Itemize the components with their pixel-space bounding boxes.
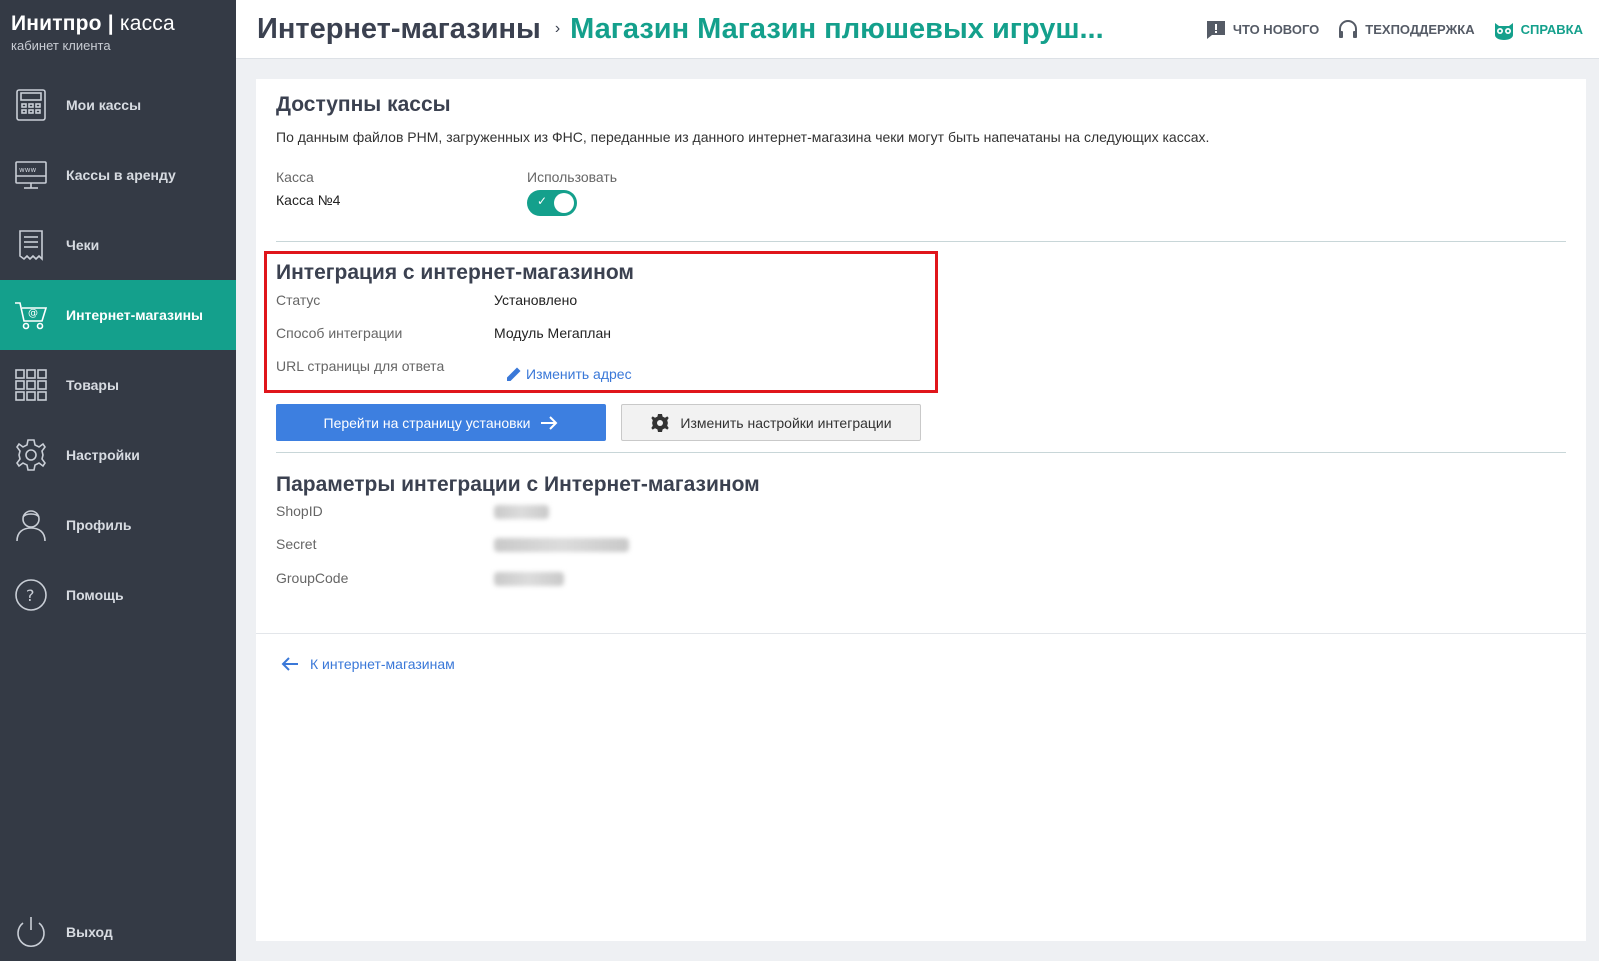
sidebar-nav: Мои кассы www Кассы в аренду Чеки @ Инте… bbox=[0, 70, 236, 630]
secret-value-redacted bbox=[494, 538, 629, 552]
back-to-stores-label: К интернет-магазинам bbox=[310, 656, 455, 672]
arrow-right-icon bbox=[540, 415, 557, 430]
sidebar: Инитпро | касса кабинет клиента Мои касс… bbox=[0, 0, 236, 961]
logo-separator: | bbox=[101, 12, 120, 35]
params-title: Параметры интеграции с Интернет-магазино… bbox=[276, 473, 760, 496]
integration-settings-button[interactable]: Изменить настройки интеграции bbox=[621, 404, 921, 441]
status-value: Установлено bbox=[494, 292, 578, 308]
sidebar-item-label: Товары bbox=[66, 377, 119, 393]
store-card: Доступны кассы По данным файлов РНМ, заг… bbox=[256, 79, 1586, 941]
logo-subtitle: кабинет клиента bbox=[11, 38, 111, 53]
sidebar-item-label: Настройки bbox=[66, 447, 140, 463]
logo-product: касса bbox=[119, 12, 175, 35]
monitor-www-icon: www bbox=[12, 156, 50, 194]
available-kassas-title: Доступны кассы bbox=[276, 93, 451, 116]
kassa-column-header: Касса bbox=[276, 169, 314, 185]
breadcrumb-separator: › bbox=[554, 20, 561, 37]
whats-new-link[interactable]: Что нового bbox=[1205, 19, 1319, 41]
toggle-knob bbox=[554, 193, 574, 213]
logo-brand: Инитпро bbox=[11, 12, 102, 35]
kassa-name: Касса №4 bbox=[276, 192, 341, 208]
use-column-header: Использовать bbox=[527, 169, 618, 185]
arrow-left-icon bbox=[281, 657, 298, 671]
section-divider bbox=[276, 241, 1566, 242]
secret-label: Secret bbox=[276, 536, 317, 552]
sidebar-item-label: Помощь bbox=[66, 587, 124, 603]
svg-text:www: www bbox=[19, 166, 36, 174]
check-icon: ✓ bbox=[537, 194, 548, 208]
power-icon bbox=[12, 913, 50, 951]
integration-title: Интеграция с интернет-магазином bbox=[276, 261, 634, 284]
available-kassas-description: По данным файлов РНМ, загруженных из ФНС… bbox=[276, 129, 1210, 145]
sidebar-item-label: Чеки bbox=[66, 237, 100, 253]
install-page-button-label: Перейти на страницу установки bbox=[323, 414, 531, 431]
sidebar-item-label: Профиль bbox=[66, 517, 132, 533]
sidebar-item-rent-kassas[interactable]: www Кассы в аренду bbox=[0, 140, 236, 210]
whats-new-label: Что нового bbox=[1232, 22, 1320, 37]
sidebar-item-label: Кассы в аренду bbox=[66, 167, 176, 183]
sidebar-item-profile[interactable]: Профиль bbox=[0, 490, 236, 560]
sidebar-item-label: Мои кассы bbox=[66, 97, 142, 113]
use-kassa-toggle[interactable]: ✓ bbox=[527, 190, 577, 216]
sidebar-item-settings[interactable]: Настройки bbox=[0, 420, 236, 490]
back-to-stores-link[interactable]: К интернет-магазинам bbox=[280, 654, 455, 674]
header-links: Что нового Техподдержка Справка bbox=[1187, 0, 1583, 59]
status-label: Статус bbox=[276, 292, 321, 308]
page-header: Интернет-магазины › Магазин Магазин плюш… bbox=[236, 0, 1599, 59]
logo[interactable]: Инитпро | касса кабинет клиента bbox=[0, 0, 236, 62]
svg-text:?: ? bbox=[26, 586, 35, 605]
pencil-icon bbox=[507, 367, 521, 381]
gear-icon bbox=[651, 413, 670, 432]
shopid-label: ShopID bbox=[276, 503, 323, 519]
shopid-value-redacted bbox=[494, 505, 549, 519]
groupcode-label: GroupCode bbox=[276, 570, 349, 586]
breadcrumb-current: Магазин Магазин плюшевых игруш... bbox=[570, 12, 1104, 45]
groupcode-value-redacted bbox=[494, 572, 564, 586]
help-label: Справка bbox=[1520, 22, 1583, 37]
news-icon bbox=[1206, 20, 1225, 39]
support-label: Техподдержка bbox=[1365, 22, 1475, 37]
receipt-icon bbox=[12, 226, 50, 264]
breadcrumb-root[interactable]: Интернет-магазины bbox=[257, 13, 541, 46]
sidebar-item-my-kassas[interactable]: Мои кассы bbox=[0, 70, 236, 140]
edit-url-link[interactable]: Изменить адрес bbox=[505, 365, 632, 383]
sidebar-item-help[interactable]: ? Помощь bbox=[0, 560, 236, 630]
section-divider bbox=[276, 452, 1566, 453]
cash-register-icon bbox=[12, 86, 50, 124]
sidebar-item-products[interactable]: Товары bbox=[0, 350, 236, 420]
edit-url-label: Изменить адрес bbox=[526, 366, 632, 382]
method-value: Модуль Мегаплан bbox=[494, 325, 611, 341]
logout-label: Выход bbox=[66, 924, 113, 940]
svg-text:@: @ bbox=[28, 308, 38, 319]
user-icon bbox=[12, 506, 50, 544]
gear-icon bbox=[12, 436, 50, 474]
integration-settings-button-label: Изменить настройки интеграции bbox=[680, 414, 892, 431]
cart-icon: @ bbox=[12, 296, 50, 334]
footer-divider bbox=[256, 633, 1586, 634]
method-label: Способ интеграции bbox=[276, 325, 403, 341]
url-label: URL страницы для ответа bbox=[276, 358, 445, 374]
owl-icon bbox=[1494, 22, 1513, 40]
headset-icon bbox=[1339, 19, 1358, 38]
help-icon: ? bbox=[12, 576, 50, 614]
help-link[interactable]: Справка bbox=[1493, 19, 1583, 41]
grid-icon bbox=[12, 366, 50, 404]
sidebar-item-online-stores[interactable]: @ Интернет-магазины bbox=[0, 280, 236, 350]
sidebar-item-receipts[interactable]: Чеки bbox=[0, 210, 236, 280]
sidebar-item-label: Интернет-магазины bbox=[66, 307, 204, 323]
install-page-button[interactable]: Перейти на страницу установки bbox=[276, 404, 606, 441]
logout-button[interactable]: Выход bbox=[0, 903, 236, 961]
support-link[interactable]: Техподдержка bbox=[1337, 19, 1475, 41]
